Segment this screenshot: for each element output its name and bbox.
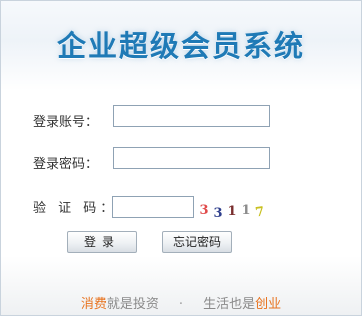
- footer-text-right: 生活也是: [203, 297, 256, 312]
- login-panel: 企业超级会员系统 登录账号： 登录密码： 验 证 码： 33117 登录 忘记密…: [0, 0, 362, 316]
- captcha-char: 7: [254, 204, 266, 221]
- captcha-char: 1: [227, 204, 237, 219]
- system-title: 企业超级会员系统: [56, 29, 305, 63]
- login-button[interactable]: 登录: [67, 231, 137, 253]
- captcha-char: 3: [213, 206, 223, 221]
- captcha-label: 验 证 码：: [33, 201, 118, 216]
- footer-slogan: 消费就是投资 · 生活也是创业: [1, 293, 361, 312]
- footer-accent-left: 消费: [80, 297, 107, 312]
- footer-separator: ·: [178, 297, 184, 312]
- account-input[interactable]: [113, 105, 270, 127]
- footer-text-left: 就是投资: [106, 297, 159, 312]
- forgot-password-button[interactable]: 忘记密码: [162, 231, 232, 253]
- password-label: 登录密码：: [33, 157, 99, 172]
- captcha-input[interactable]: [112, 196, 194, 218]
- account-label: 登录账号：: [33, 115, 99, 130]
- captcha-image[interactable]: 33117: [197, 203, 275, 221]
- password-input[interactable]: [113, 147, 270, 169]
- captcha-char: 3: [199, 203, 209, 218]
- footer-accent-right: 创业: [255, 297, 282, 312]
